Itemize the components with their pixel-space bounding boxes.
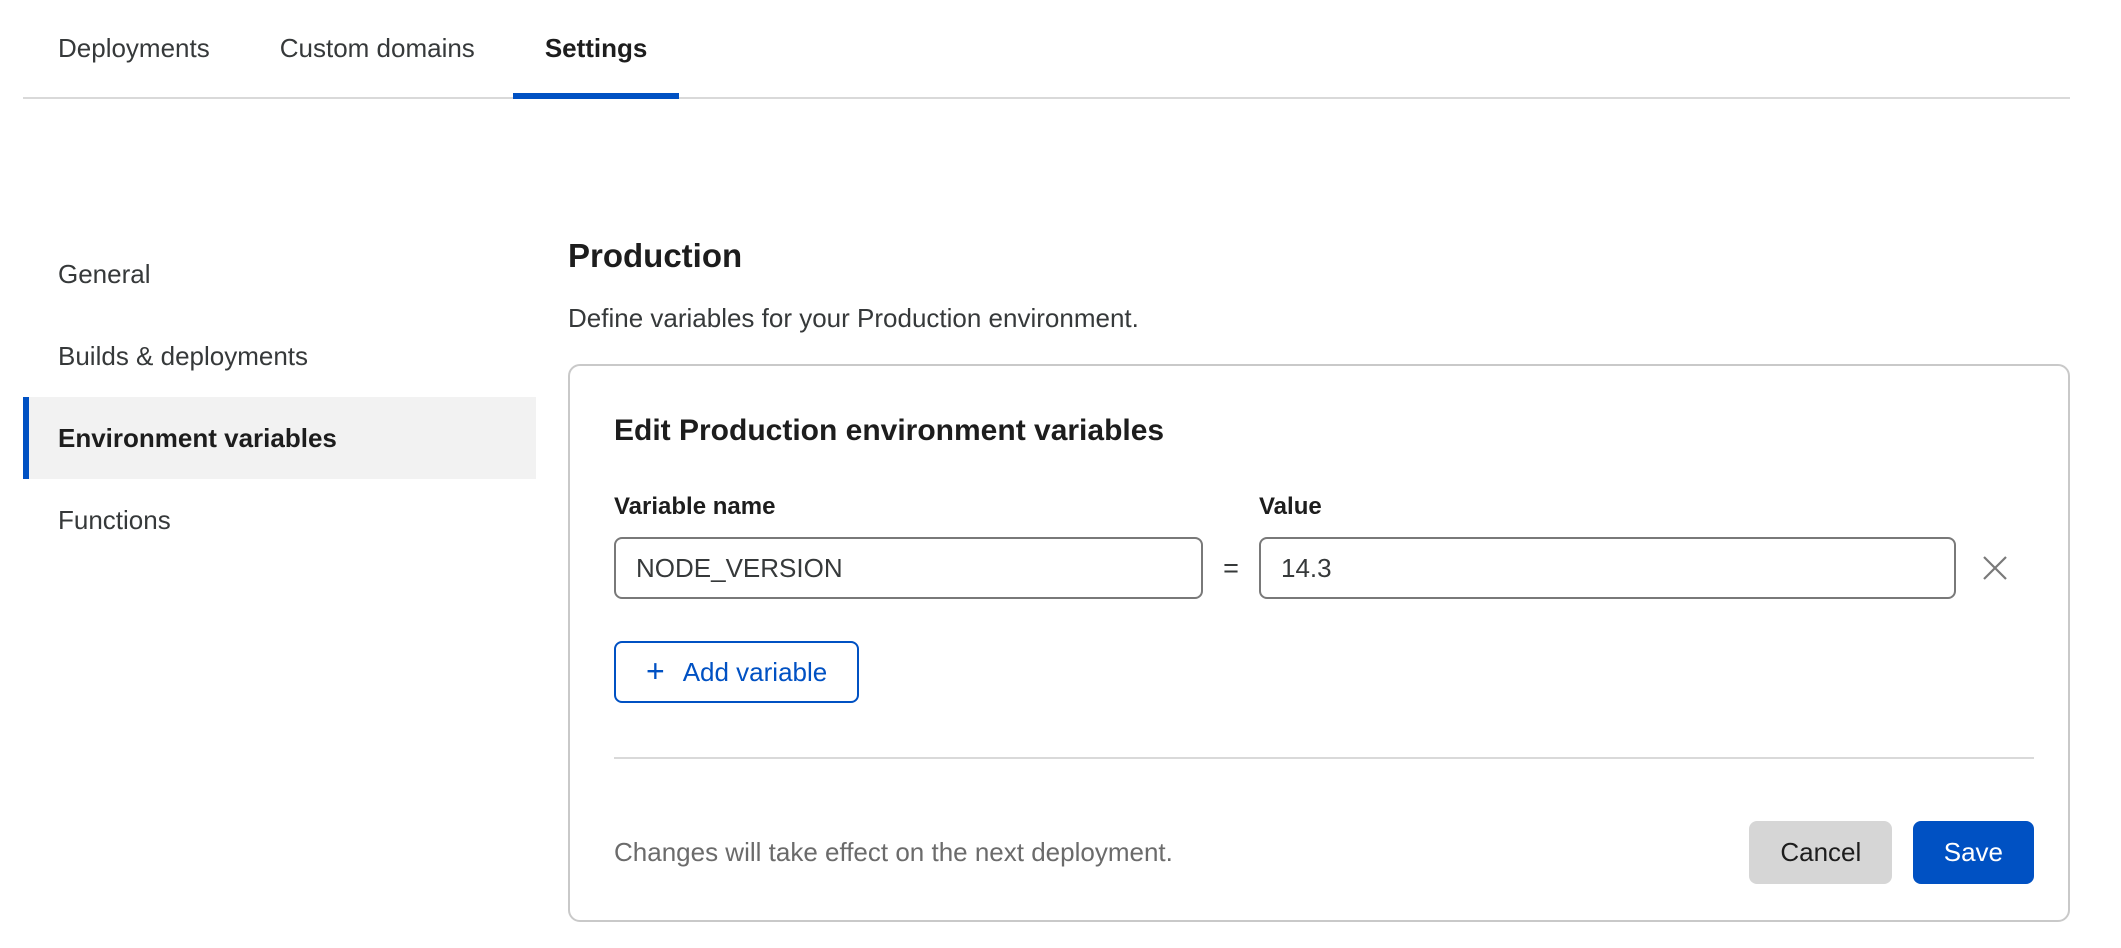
cancel-button[interactable]: Cancel	[1749, 821, 1892, 884]
plus-icon: +	[646, 655, 665, 687]
close-icon	[1979, 552, 2011, 584]
card-footer: Changes will take effect on the next dep…	[614, 821, 2034, 884]
tab-deployments[interactable]: Deployments	[26, 0, 242, 97]
tab-settings[interactable]: Settings	[513, 0, 680, 97]
tab-bar: Deployments Custom domains Settings	[23, 0, 2070, 99]
card-title: Edit Production environment variables	[614, 412, 2034, 449]
equals-sign: =	[1203, 553, 1259, 584]
tab-custom-domains[interactable]: Custom domains	[248, 0, 507, 97]
sidebar-item-environment-variables[interactable]: Environment variables	[23, 397, 536, 479]
variable-name-input[interactable]	[614, 537, 1203, 599]
section-description: Define variables for your Production env…	[568, 302, 2070, 334]
footer-note: Changes will take effect on the next dep…	[614, 837, 1173, 868]
sidebar-item-general[interactable]: General	[23, 233, 536, 315]
remove-variable-button[interactable]	[1956, 537, 2034, 599]
variable-name-label: Variable name	[614, 493, 1203, 521]
add-variable-label: Add variable	[683, 657, 828, 688]
variable-value-input[interactable]	[1259, 537, 1956, 599]
sidebar-item-builds-deployments[interactable]: Builds & deployments	[23, 315, 536, 397]
sidebar-item-functions[interactable]: Functions	[23, 479, 536, 561]
save-button[interactable]: Save	[1913, 821, 2034, 884]
section-title: Production	[568, 236, 2070, 276]
settings-sidebar: General Builds & deployments Environment…	[23, 233, 536, 561]
content-panel: Production Define variables for your Pro…	[568, 236, 2070, 922]
card-divider	[614, 757, 2034, 759]
footer-actions: Cancel Save	[1749, 821, 2034, 884]
main-area: General Builds & deployments Environment…	[0, 99, 2121, 922]
add-variable-button[interactable]: + Add variable	[614, 641, 859, 703]
variable-form: Variable name Value =	[614, 493, 2034, 599]
environment-variables-card: Edit Production environment variables Va…	[568, 364, 2070, 922]
value-label: Value	[1259, 493, 1956, 521]
